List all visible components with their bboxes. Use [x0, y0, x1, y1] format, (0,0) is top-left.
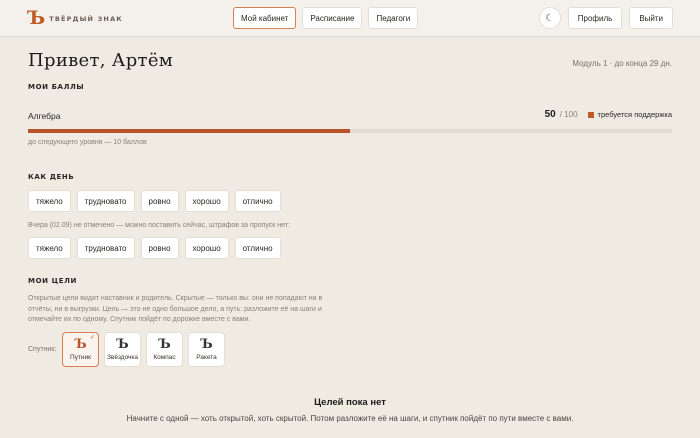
main-nav: Мой кабинет Расписание Педагоги	[233, 7, 419, 29]
logo-text: ТВЁРДЫЙ ЗНАК	[49, 14, 123, 23]
score-number: 50	[544, 109, 556, 120]
module-info: Модуль 1 · до конца 29 дн.	[572, 59, 672, 68]
companion-name: Ракета	[196, 354, 217, 361]
mood-missed-option[interactable]: ровно	[140, 237, 179, 259]
compass-icon: Ъ	[158, 337, 171, 352]
tab-schedule[interactable]: Расписание	[302, 7, 363, 29]
traveler-icon: Ъ	[74, 337, 87, 352]
score-max: / 100	[559, 110, 578, 119]
companion-name: Компас	[153, 354, 176, 361]
mood-option[interactable]: отлично	[234, 190, 281, 212]
tab-my-cabinet[interactable]: Мой кабинет	[233, 7, 297, 29]
companion-name: Путник	[70, 354, 91, 361]
companion-option-traveler[interactable]: ✓ Ъ Путник	[62, 332, 99, 367]
check-icon: ✓	[89, 335, 95, 341]
companion-name: Звёздочка	[106, 354, 139, 361]
logout-button[interactable]: Выйти	[629, 7, 673, 29]
mood-missed-option[interactable]: тяжело	[28, 237, 71, 259]
score-caption: до следующего уровня — 10 баллов	[28, 139, 147, 146]
missed-day-note: Вчера (02.09) не отмечено — можно постав…	[28, 222, 290, 229]
mood-option[interactable]: трудновато	[76, 190, 135, 212]
profile-button[interactable]: Профиль	[567, 7, 623, 29]
star-icon: Ъ	[116, 337, 129, 352]
theme-toggle-button[interactable]: ☾	[538, 7, 561, 29]
goals-title: МОИ ЦЕЛИ	[28, 277, 77, 285]
logo-mark: Ъ	[27, 7, 46, 29]
day-title: КАК ДЕНЬ	[28, 173, 75, 181]
score-progress-bar	[28, 129, 672, 133]
status-badge: требуется поддержка	[597, 110, 672, 119]
mood-missed: тяжело трудновато ровно хорошо отлично	[28, 237, 281, 259]
mood-option[interactable]: хорошо	[184, 190, 229, 212]
goals-empty-title: Целей пока нет	[314, 397, 386, 408]
logo[interactable]: Ъ ТВЁРДЫЙ ЗНАК	[27, 9, 123, 28]
status-dot	[587, 111, 594, 118]
page-title: Привет, Артём	[28, 50, 174, 71]
tab-teachers[interactable]: Педагоги	[368, 7, 419, 29]
goals-empty-text: Начните с одной — хоть открытой, хоть ск…	[126, 414, 574, 423]
moon-icon: ☾	[545, 12, 555, 24]
header-actions: ☾ Профиль Выйти	[538, 7, 673, 29]
companion-option-compass[interactable]: Ъ Компас	[146, 332, 183, 367]
rocket-icon: Ъ	[200, 337, 213, 352]
mood-today: тяжело трудновато ровно хорошо отлично	[28, 190, 281, 212]
scores-title: МОИ БАЛЛЫ	[28, 83, 85, 91]
mood-option[interactable]: ровно	[140, 190, 179, 212]
top-bar: Ъ ТВЁРДЫЙ ЗНАК Мой кабинет Расписание Пе…	[0, 0, 700, 37]
goals-description: Открытые цели видят наставник и родитель…	[28, 295, 323, 323]
score-subject: Алгебра	[28, 111, 61, 121]
companion-label: Спутник:	[28, 346, 57, 353]
score-progress-fill	[28, 129, 350, 133]
companion-option-star[interactable]: Ъ Звёздочка	[104, 332, 141, 367]
companion-option-rocket[interactable]: Ъ Ракета	[188, 332, 225, 367]
companion-picker: ✓ Ъ Путник Ъ Звёздочка Ъ Компас Ъ Ракета	[62, 332, 225, 367]
mood-option[interactable]: тяжело	[28, 190, 71, 212]
mood-missed-option[interactable]: отлично	[234, 237, 281, 259]
mood-missed-option[interactable]: хорошо	[184, 237, 229, 259]
mood-missed-option[interactable]: трудновато	[76, 237, 135, 259]
score-value: 50 / 100 требуется поддержка	[545, 109, 672, 120]
